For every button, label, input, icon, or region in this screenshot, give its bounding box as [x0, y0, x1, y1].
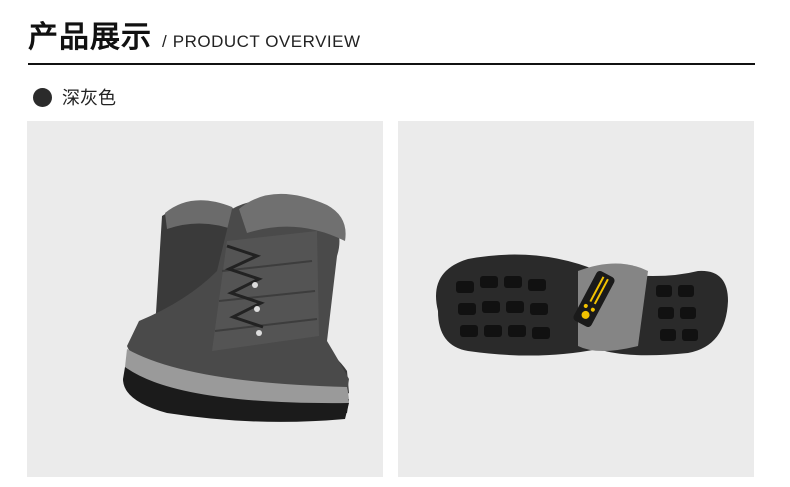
color-option[interactable]: 深灰色: [33, 84, 116, 110]
product-image-boots: [27, 121, 383, 477]
color-label: 深灰色: [62, 88, 116, 109]
section-title: 产品展示: [28, 20, 152, 55]
section-subtitle: PRODUCT OVERVIEW: [172, 32, 361, 51]
title-separator: /: [162, 32, 167, 51]
header-divider: [28, 63, 755, 65]
section-header: 产品展示 / PRODUCT OVERVIEW: [28, 14, 361, 58]
boots-illustration: [123, 193, 349, 422]
product-image-outsole: [398, 121, 754, 477]
color-swatch: [33, 87, 52, 107]
outsole-illustration: [436, 254, 728, 356]
